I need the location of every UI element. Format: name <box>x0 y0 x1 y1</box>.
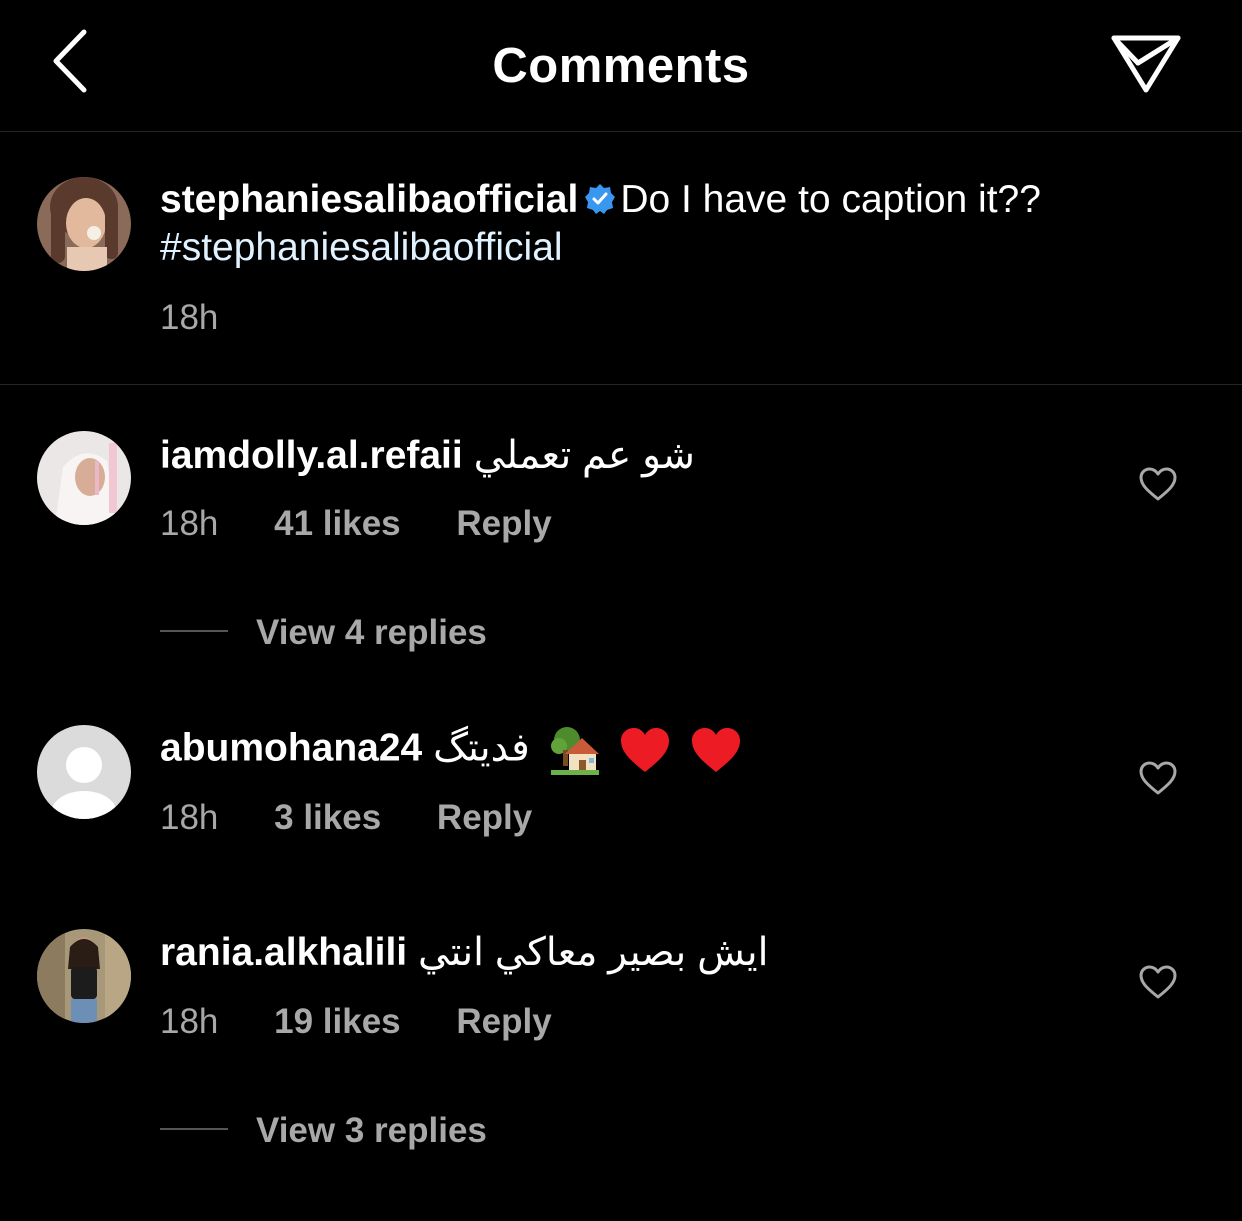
avatar[interactable] <box>37 725 131 819</box>
reply-button[interactable]: Reply <box>437 798 532 838</box>
comment-likes[interactable]: 3 likes <box>274 798 381 838</box>
avatar[interactable] <box>37 929 131 1023</box>
avatar[interactable] <box>37 177 131 271</box>
caption-body: Do I have to caption it?? <box>620 178 1041 221</box>
caption-username[interactable]: stephaniesalibaofficial <box>160 178 578 221</box>
comment-timestamp: 18h <box>160 504 219 543</box>
reply-button[interactable]: Reply <box>456 1002 551 1042</box>
comment-username[interactable]: abumohana24 <box>160 726 422 769</box>
avatar[interactable] <box>37 431 131 525</box>
comment-username[interactable]: rania.alkhalili <box>160 931 407 974</box>
like-button[interactable] <box>1138 964 1178 1000</box>
comment-meta: 18h 41 likes Reply <box>160 504 598 544</box>
comment-username[interactable]: iamdolly.al.refaii <box>160 434 463 477</box>
comment-body: فديتگ <box>433 726 530 770</box>
comment-text: iamdolly.al.refaii شو عم تعملي <box>160 432 695 480</box>
caption-timestamp: 18h <box>160 298 219 337</box>
caption-text: stephaniesalibaofficial Do I have to cap… <box>160 176 1160 272</box>
view-replies-button[interactable]: View 3 replies <box>160 1111 487 1151</box>
profile-photo-icon <box>37 177 131 271</box>
profile-photo-icon <box>37 431 131 525</box>
comment-body: ايش بصير معاكي انتي <box>417 931 769 974</box>
red-heart-icon <box>692 728 741 772</box>
comment-text: rania.alkhalili ايش بصير معاكي انتي <box>160 929 768 977</box>
house-with-garden-icon <box>550 727 599 775</box>
default-avatar-icon <box>37 725 131 819</box>
caption-meta: 18h <box>160 298 264 338</box>
profile-photo-icon <box>37 929 131 1023</box>
heart-outline-icon <box>1139 761 1177 795</box>
red-heart-icon <box>621 728 670 772</box>
paper-plane-icon <box>1111 35 1181 93</box>
heart-outline-icon <box>1139 467 1177 501</box>
comment-timestamp: 18h <box>160 1002 219 1041</box>
share-button[interactable] <box>1108 28 1188 102</box>
view-replies-button[interactable]: View 4 replies <box>160 613 487 653</box>
like-button[interactable] <box>1138 760 1178 796</box>
view-replies-label: View 3 replies <box>256 1111 487 1150</box>
caption-hashtag[interactable]: #stephaniesalibaofficial <box>160 226 563 269</box>
comment-likes[interactable]: 19 likes <box>274 1002 401 1042</box>
comment-body: شو عم تعملي <box>473 434 695 477</box>
comment-likes[interactable]: 41 likes <box>274 504 401 544</box>
replies-divider <box>160 1127 228 1130</box>
comment-meta: 18h 19 likes Reply <box>160 1002 598 1042</box>
like-button[interactable] <box>1138 466 1178 502</box>
reply-button[interactable]: Reply <box>456 504 551 544</box>
verified-badge-icon <box>585 183 616 214</box>
caption-section: stephaniesalibaofficial Do I have to cap… <box>0 132 1242 385</box>
comment-text: abumohana24 فديتگ <box>160 724 742 776</box>
comment-meta: 18h 3 likes Reply <box>160 798 578 838</box>
comment-timestamp: 18h <box>160 798 219 837</box>
replies-divider <box>160 629 228 632</box>
heart-outline-icon <box>1139 965 1177 999</box>
view-replies-label: View 4 replies <box>256 613 487 652</box>
page-title: Comments <box>492 39 750 93</box>
header-bar: Comments <box>0 0 1242 132</box>
